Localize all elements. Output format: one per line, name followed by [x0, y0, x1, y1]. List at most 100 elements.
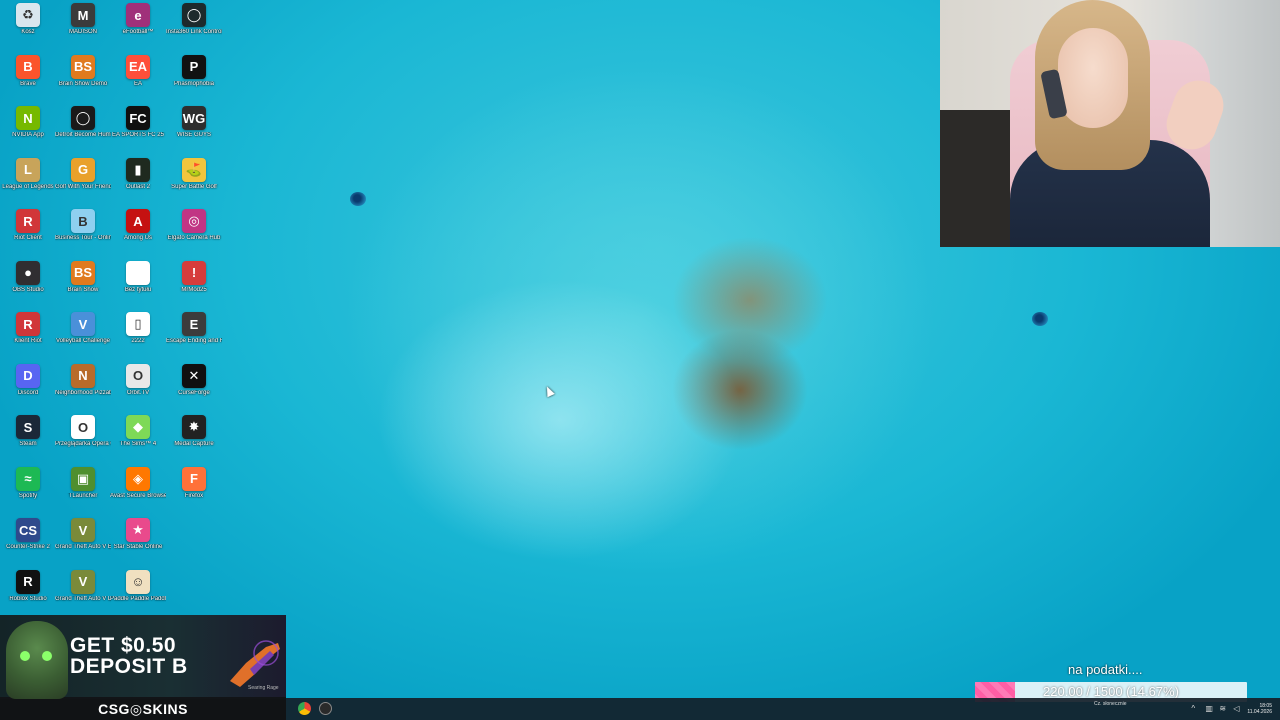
desktop-icon[interactable]: WG WISE GUYS — [166, 103, 222, 153]
desktop-icon[interactable]: ● OBS Studio — [0, 258, 56, 308]
rifle-skin-icon — [230, 640, 280, 687]
app-icon: EA — [126, 54, 150, 79]
desktop-icon[interactable]: ◎ Elgato Camera Hub — [166, 206, 222, 256]
mascot-icon — [6, 621, 68, 699]
app-icon: ◆ — [126, 415, 150, 439]
app-icon: ✸ — [182, 415, 206, 439]
sponsor-banner[interactable]: GET $0.50 DEPOSIT B Searing Rage CSG◎SKI… — [0, 615, 286, 720]
desktop-icon-label: Kosz — [21, 29, 35, 35]
desktop-icon[interactable]: ≈ Spotify — [0, 464, 56, 514]
desktop-icon[interactable]: ◯ Detroit Become Human — [55, 103, 111, 153]
sponsor-banner-artwork: GET $0.50 DEPOSIT B Searing Rage — [0, 615, 286, 699]
app-icon: G — [71, 157, 95, 182]
desktop-icon[interactable]: B Brave — [0, 52, 56, 102]
app-icon: A — [126, 209, 150, 233]
desktop-icon-label: Counter-Strike 2 — [6, 544, 50, 550]
desktop-icon[interactable]: L League of Legends — [0, 155, 56, 205]
desktop-icon[interactable]: E Escape Ending and Recovery Episode — [166, 309, 222, 359]
app-icon: ☺ — [126, 569, 150, 594]
desktop-icon-label: TLauncher — [68, 492, 98, 499]
obs-icon[interactable] — [319, 702, 332, 715]
desktop-icon[interactable]: B Business Tour - Online Multipla... — [55, 206, 111, 256]
desktop-icon[interactable]: R Klient Riot — [0, 309, 56, 359]
desktop-icon-label: Outlast 2 — [125, 183, 150, 190]
desktop-icon[interactable]: NNeighborhood Pizzabot From Hell — [55, 361, 111, 411]
desktop-icon[interactable]: EA EA — [110, 52, 166, 102]
desktop-icon[interactable]: F Firefox — [166, 464, 222, 514]
sponsor-brand: CSG◎SKINS — [0, 699, 286, 720]
app-icon: ● — [16, 260, 40, 285]
desktop-icon-label: Brain Show Demo — [58, 80, 108, 87]
app-icon: O — [126, 363, 150, 388]
desktop-icon[interactable]: CS Counter-Strike 2 — [0, 515, 56, 565]
app-icon: B — [71, 209, 95, 233]
desktop-icon[interactable]: M MADISON — [55, 0, 111, 50]
desktop-icon[interactable]: e eFootball™ — [110, 0, 166, 50]
desktop-icon-label: Phasmophobia — [173, 80, 215, 87]
system-tray: ^ ▥ ≋ ◁ 18:05 11.04.2026 — [1191, 698, 1280, 720]
desktop-icon[interactable]: O Orbit.TV — [110, 361, 166, 411]
desktop-icon-label: Orbit.TV — [126, 389, 150, 396]
wifi-icon[interactable]: ≋ — [1219, 705, 1227, 713]
clock[interactable]: 18:05 11.04.2026 — [1247, 703, 1272, 715]
desktop-icon[interactable]: A Among Us — [110, 206, 166, 256]
desktop-icon[interactable]: BS Brain Show Demo — [55, 52, 111, 102]
desktop-icon[interactable]: ▯ 2222 — [110, 309, 166, 359]
desktop-icon[interactable]: D Discord — [0, 361, 56, 411]
desktop-icon[interactable]: R Roblox Studio — [0, 567, 56, 617]
desktop-icon-label: Spotify — [18, 492, 38, 499]
desktop-icon-label: Firefox — [184, 492, 204, 499]
app-icon: CS — [16, 518, 40, 542]
desktop-icon-label: Escape Ending and Recovery Episode — [166, 338, 222, 344]
desktop-icon-label: Volleyball Challenge — [55, 338, 111, 344]
desktop-icon[interactable]: G Golf With Your Friends — [55, 155, 111, 205]
app-icon: L — [16, 157, 40, 182]
desktop-icon-label: OBS Studio — [12, 286, 44, 293]
chrome-icon[interactable] — [298, 702, 311, 715]
desktop-icon[interactable]: ◯ Insta360 Link Controller — [166, 0, 222, 50]
app-icon: R — [16, 209, 40, 233]
desktop-icon[interactable]: V Grand Theft Auto V Enhanced — [55, 515, 111, 565]
app-icon: ⛳ — [182, 157, 206, 182]
desktop-icon[interactable]: O Przeglądarka Opera GX — [55, 412, 111, 462]
app-icon: F — [182, 466, 206, 491]
network-icon[interactable]: ▥ — [1205, 705, 1213, 713]
app-icon: BS — [71, 54, 95, 79]
desktop-icon-label: Grand Theft Auto V Legacy — [55, 595, 111, 602]
desktop-icon-label: League of Legends — [2, 183, 54, 190]
desktop-icon[interactable]: ★ Star Stable Online — [110, 515, 166, 565]
desktop-icon[interactable]: P Phasmophobia — [166, 52, 222, 102]
desktop-icon-label: NVIDIA App — [12, 132, 44, 138]
desktop-icon-label: Roblox Studio — [9, 595, 47, 602]
desktop-icon[interactable]: VGrand Theft Auto V Legacy — [55, 567, 111, 617]
volume-icon[interactable]: ◁ — [1233, 705, 1241, 713]
desktop-icon[interactable]: Bez tytułu — [110, 258, 166, 308]
desktop-icon[interactable]: ✸ Medal Capture — [166, 412, 222, 462]
desktop-icon[interactable]: V Volleyball Challenge — [55, 309, 111, 359]
desktop-icon[interactable]: ◆ The Sims™ 4 — [110, 412, 166, 462]
app-icon: R — [16, 312, 40, 336]
desktop-icon[interactable]: R Riot Client — [0, 206, 56, 256]
desktop-icon[interactable]: ✕ CurseForge — [166, 361, 222, 411]
desktop-icon[interactable]: FC EA SPORTS FC 25 — [110, 103, 166, 153]
desktop-icon[interactable]: ! MrMod25 — [166, 258, 222, 308]
desktop-icon[interactable]: S Steam — [0, 412, 56, 462]
desktop-icon[interactable]: BS Brain Show — [55, 258, 111, 308]
app-icon: E — [182, 312, 206, 336]
desktop-icon[interactable]: ♻ Kosz — [0, 0, 56, 50]
desktop-icon[interactable]: ◈ Avast Secure Browser — [110, 464, 166, 514]
app-icon: V — [71, 569, 95, 594]
desktop-icon-label: MADISON — [68, 29, 97, 35]
sponsor-headline: GET $0.50 DEPOSIT B — [70, 635, 188, 677]
desktop-icon-label: Medal Capture — [174, 441, 214, 447]
desktop-icon[interactable]: ▮ Outlast 2 — [110, 155, 166, 205]
desktop-icon[interactable]: N NVIDIA App — [0, 103, 56, 153]
app-icon: N — [16, 106, 40, 130]
chevron-up-icon[interactable]: ^ — [1191, 705, 1199, 713]
desktop-icon[interactable]: ☺ Paddle Paddle Paddle — [110, 567, 166, 617]
weather-widget[interactable]: Cz. słonecznie — [1094, 701, 1127, 707]
desktop-icon[interactable]: ⛳ Super Battle Golf — [166, 155, 222, 205]
desktop-icon[interactable]: ▣ TLauncher — [55, 464, 111, 514]
app-icon: ▮ — [126, 157, 150, 182]
desktop-icon-label: Neighborhood Pizzabot From Hell — [55, 389, 111, 396]
